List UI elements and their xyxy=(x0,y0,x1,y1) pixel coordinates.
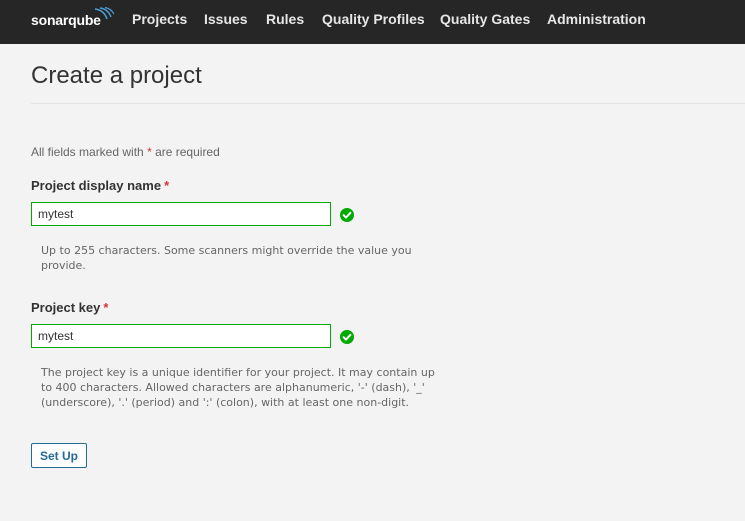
nav-issues[interactable]: Issues xyxy=(204,11,248,27)
required-star: * xyxy=(103,300,109,315)
nav-rules[interactable]: Rules xyxy=(266,11,304,27)
title-divider xyxy=(31,103,745,104)
project-key-input[interactable] xyxy=(31,324,331,348)
check-circle-icon xyxy=(340,208,354,222)
project-key-help: The project key is a unique identifier f… xyxy=(41,366,435,409)
display-name-help: Up to 255 characters. Some scanners migh… xyxy=(41,244,412,272)
top-navbar: sonarqube Projects Issues Rules Quality … xyxy=(0,0,745,44)
sonarqube-logo[interactable]: sonarqube xyxy=(31,7,115,30)
required-star: * xyxy=(147,145,152,159)
nav-quality-profiles[interactable]: Quality Profiles xyxy=(322,11,425,27)
page-title: Create a project xyxy=(31,62,202,89)
set-up-button[interactable]: Set Up xyxy=(31,443,87,468)
brand-name: sonarqube xyxy=(31,12,101,28)
required-fields-note: All fields marked with * are required xyxy=(31,145,220,159)
project-key-label: Project key * xyxy=(31,300,109,315)
nav-administration[interactable]: Administration xyxy=(547,11,646,27)
required-star: * xyxy=(164,178,170,193)
nav-quality-gates[interactable]: Quality Gates xyxy=(440,11,530,27)
display-name-label: Project display name * xyxy=(31,178,170,193)
check-circle-icon xyxy=(340,330,354,344)
nav-projects[interactable]: Projects xyxy=(132,11,187,27)
display-name-input[interactable] xyxy=(31,202,331,226)
sonar-waves-icon xyxy=(94,7,115,20)
